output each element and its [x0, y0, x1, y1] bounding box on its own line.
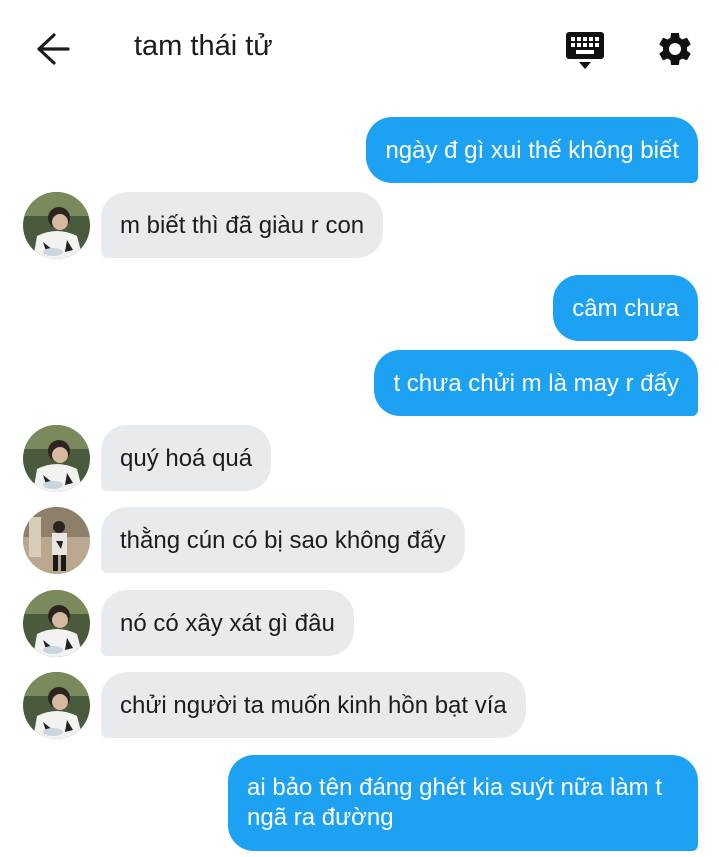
- boy-avatar: [23, 192, 90, 259]
- man-standing-avatar: [23, 507, 90, 574]
- message-outgoing[interactable]: ai bảo tên đáng ghét kia suýt nữa làm t …: [228, 755, 698, 851]
- message-text: ai bảo tên đáng ghét kia suýt nữa làm t …: [247, 774, 662, 831]
- message-outgoing[interactable]: t chưa chửi m là may r đấy: [374, 350, 698, 416]
- chat-header: tam thái tử: [0, 0, 719, 96]
- boy-avatar: [23, 672, 90, 739]
- contact-avatar[interactable]: [23, 425, 90, 492]
- message-text: quý hoá quá: [120, 445, 253, 472]
- back-button[interactable]: [34, 31, 72, 67]
- message-text: câm chưa: [572, 295, 679, 322]
- message-incoming[interactable]: chửi người ta muốn kinh hồn bạt vía: [101, 672, 526, 738]
- message-incoming[interactable]: quý hoá quá: [101, 425, 272, 491]
- message-outgoing[interactable]: câm chưa: [553, 275, 698, 341]
- message-text: ngày đ gì xui thế không biết: [385, 137, 679, 164]
- message-text: t chưa chửi m là may r đấy: [393, 370, 679, 397]
- settings-button[interactable]: [655, 29, 695, 69]
- contact-avatar[interactable]: [23, 672, 90, 739]
- message-text: m biết thì đã giàu r con: [120, 212, 365, 239]
- message-incoming[interactable]: thằng cún có bị sao không đấy: [101, 507, 465, 573]
- message-text: nó có xây xát gì đâu: [120, 610, 335, 637]
- gear-icon: [659, 32, 691, 65]
- keyboard-icon: [566, 32, 604, 69]
- arrow-left-icon: [37, 33, 70, 65]
- message-text: thằng cún có bị sao không đấy: [120, 527, 446, 554]
- boy-avatar: [23, 425, 90, 492]
- contact-avatar[interactable]: [23, 590, 90, 657]
- conversation-title: tam thái tử: [134, 30, 273, 62]
- boy-avatar: [23, 590, 90, 657]
- message-incoming[interactable]: m biết thì đã giàu r con: [101, 192, 384, 258]
- keyboard-button[interactable]: [563, 30, 607, 72]
- contact-avatar[interactable]: [23, 507, 90, 574]
- message-text: chửi người ta muốn kinh hồn bạt vía: [120, 692, 507, 719]
- message-incoming[interactable]: nó có xây xát gì đâu: [101, 590, 354, 656]
- message-outgoing[interactable]: ngày đ gì xui thế không biết: [366, 117, 698, 183]
- contact-avatar[interactable]: [23, 192, 90, 259]
